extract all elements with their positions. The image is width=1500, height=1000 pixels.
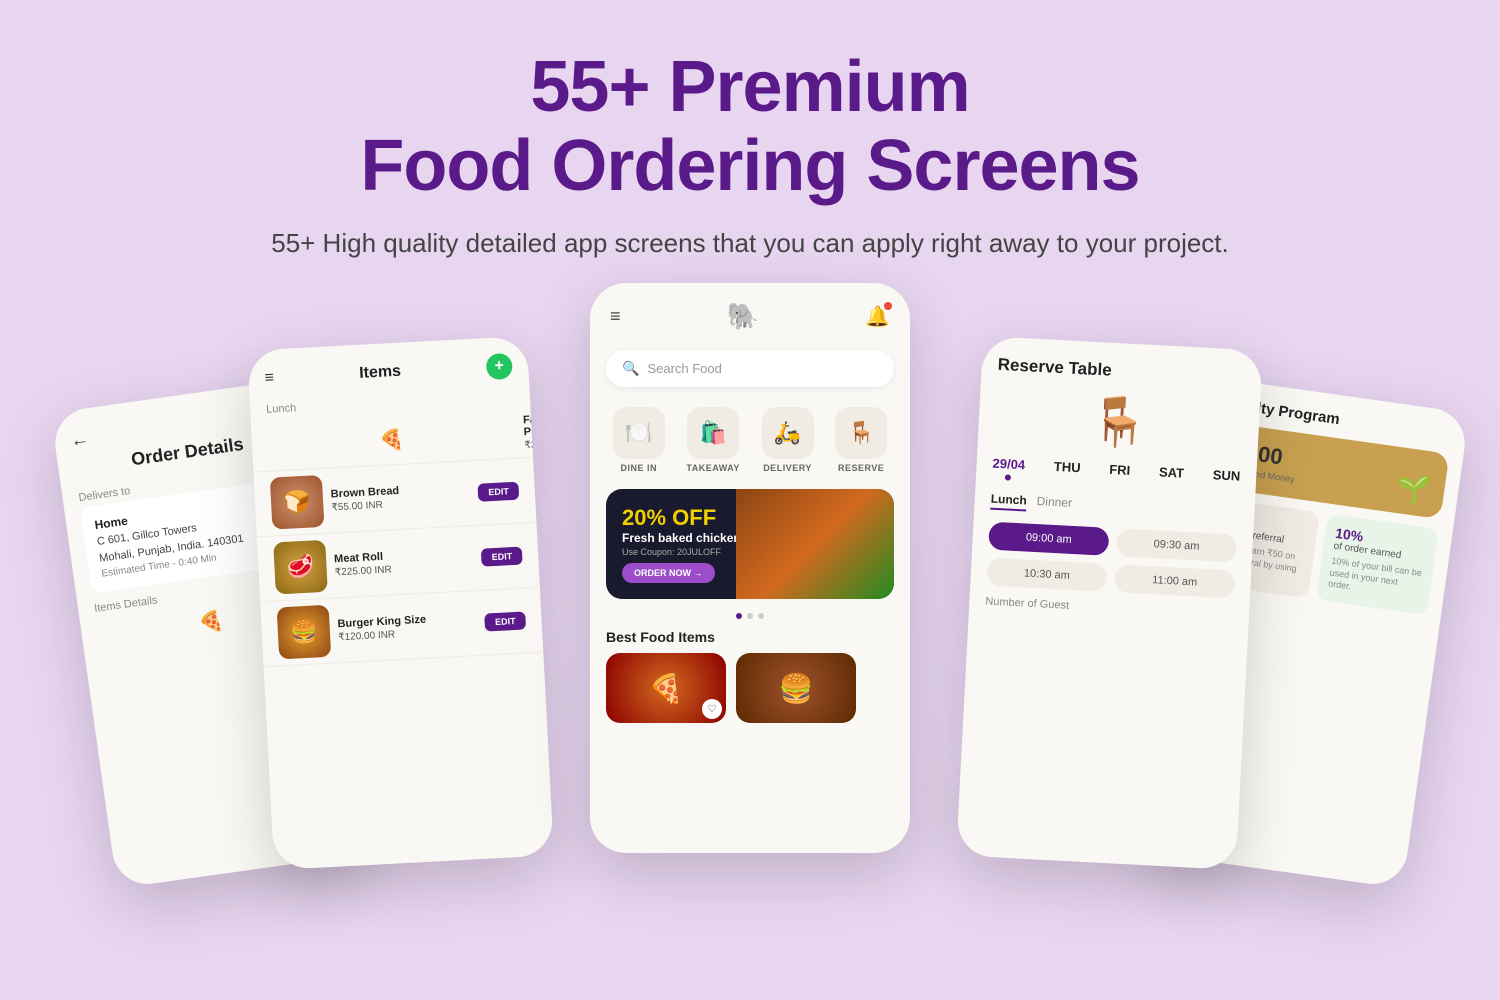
time-10-30[interactable]: 10:30 am	[986, 558, 1107, 592]
burger-info: Burger King Size ₹120.00 INR	[337, 611, 478, 643]
delivery-icon: 🛵	[762, 407, 814, 459]
search-bar[interactable]: 🔍 Search Food	[606, 350, 894, 387]
roll-image	[273, 540, 328, 595]
reserve-icon: 🪑	[835, 407, 887, 459]
time-11-00[interactable]: 11:00 am	[1114, 565, 1235, 599]
menu-item-burger: Burger King Size ₹120.00 INR EDIT	[260, 588, 543, 668]
promo-food-image	[736, 489, 894, 599]
dot-2	[747, 613, 753, 619]
cal-fri[interactable]: FRI	[1109, 462, 1131, 487]
category-reserve[interactable]: 🪑 RESERVE	[835, 407, 887, 473]
burger-image	[277, 605, 332, 660]
plant-icon: 🌱	[1393, 470, 1432, 508]
bread-info: Brown Bread ₹55.00 INR	[330, 481, 471, 513]
roll-edit-button[interactable]: EDIT	[481, 547, 522, 567]
add-item-button[interactable]: +	[486, 353, 513, 380]
table-icon: 🪑	[1088, 392, 1151, 452]
food-card-2[interactable]: 🍔	[736, 653, 856, 723]
dinner-tab[interactable]: Dinner	[1036, 494, 1072, 514]
roll-info: Meat Roll ₹225.00 INR	[334, 546, 475, 578]
reserve-title: Reserve Table	[997, 355, 1246, 388]
burger-edit-button[interactable]: EDIT	[485, 612, 526, 632]
category-row: 🍽️ DINE IN 🛍️ TAKEAWAY 🛵 DELIVERY 🪑 RESE…	[590, 395, 910, 481]
food-card-image-1: 🍕 ♡	[606, 653, 726, 723]
food-card-image-2: 🍔	[736, 653, 856, 723]
category-delivery[interactable]: 🛵 DELIVERY	[762, 407, 814, 473]
phone-reserve: Reserve Table 🪑 29/04 THU FRI SAT	[956, 336, 1263, 870]
phone-items: ≡ Items + Lunch Farmhouse Pizza ₹320.00 …	[247, 336, 554, 870]
dot-1	[736, 613, 742, 619]
calendar-row: 29/04 THU FRI SAT SUN	[992, 456, 1241, 493]
table-icon-area: 🪑	[994, 387, 1245, 457]
main-title: 55+ Premium Food Ordering Screens	[271, 48, 1229, 206]
meal-tabs: Lunch Dinner	[990, 492, 1239, 523]
cal-29-04[interactable]: 29/04	[992, 456, 1026, 482]
cal-sat[interactable]: SAT	[1158, 465, 1184, 490]
notification-dot	[884, 302, 892, 310]
bread-edit-button[interactable]: EDIT	[478, 482, 519, 502]
cal-thu[interactable]: THU	[1053, 459, 1081, 484]
phones-container: ← Order Details Delivers to Home C 601, …	[0, 293, 1500, 853]
lunch-tab[interactable]: Lunch	[990, 492, 1027, 512]
category-takeaway[interactable]: 🛍️ TAKEAWAY	[686, 407, 740, 473]
pizza-image	[268, 434, 516, 447]
promo-banner[interactable]: 20% OFF Fresh baked chicken Use Coupon: …	[606, 489, 894, 599]
header-section: 55+ Premium Food Ordering Screens 55+ Hi…	[271, 0, 1229, 263]
main-header: ≡ 🐘 🔔	[590, 283, 910, 342]
search-icon: 🔍	[622, 360, 639, 377]
time-grid: 09:00 am 09:30 am 10:30 am 11:00 am	[986, 522, 1237, 599]
subtitle: 55+ High quality detailed app screens th…	[271, 224, 1229, 263]
food-grid: 🍕 ♡ 🍔	[590, 653, 910, 723]
cal-sun[interactable]: SUN	[1212, 468, 1241, 493]
best-food-label: Best Food Items	[590, 625, 910, 653]
order-now-button[interactable]: ORDER NOW →	[622, 563, 715, 583]
referral-desc-2: 10% of your bill can be used in your nex…	[1327, 556, 1423, 604]
referral-card-2: 10% of order earned 10% of your bill can…	[1316, 514, 1439, 616]
guest-label: Number of Guest	[985, 596, 1233, 621]
hamburger-icon[interactable]: ≡	[264, 370, 274, 388]
elephant-logo: 🐘	[727, 301, 759, 332]
search-placeholder-text: Search Food	[647, 361, 721, 376]
time-09-00[interactable]: 09:00 am	[988, 522, 1109, 556]
time-09-30[interactable]: 09:30 am	[1116, 529, 1237, 563]
items-phone-title: Items	[359, 363, 402, 383]
takeaway-icon: 🛍️	[687, 407, 739, 459]
dine-in-icon: 🍽️	[613, 407, 665, 459]
food-card-1[interactable]: 🍕 ♡	[606, 653, 726, 723]
phone-main: ≡ 🐘 🔔 🔍 Search Food 🍽️ DINE IN 🛍️ TAKEAW…	[590, 283, 910, 853]
bread-image	[270, 475, 325, 530]
pizza-info: Farmhouse Pizza ₹320.00 INR	[523, 412, 554, 452]
category-dine-in[interactable]: 🍽️ DINE IN	[613, 407, 665, 473]
carousel-dots	[590, 607, 910, 625]
dot-3	[758, 613, 764, 619]
food-heart-icon-1[interactable]: ♡	[702, 699, 722, 719]
main-hamburger-icon[interactable]: ≡	[610, 306, 621, 327]
notification-bell-icon[interactable]: 🔔	[865, 304, 890, 329]
